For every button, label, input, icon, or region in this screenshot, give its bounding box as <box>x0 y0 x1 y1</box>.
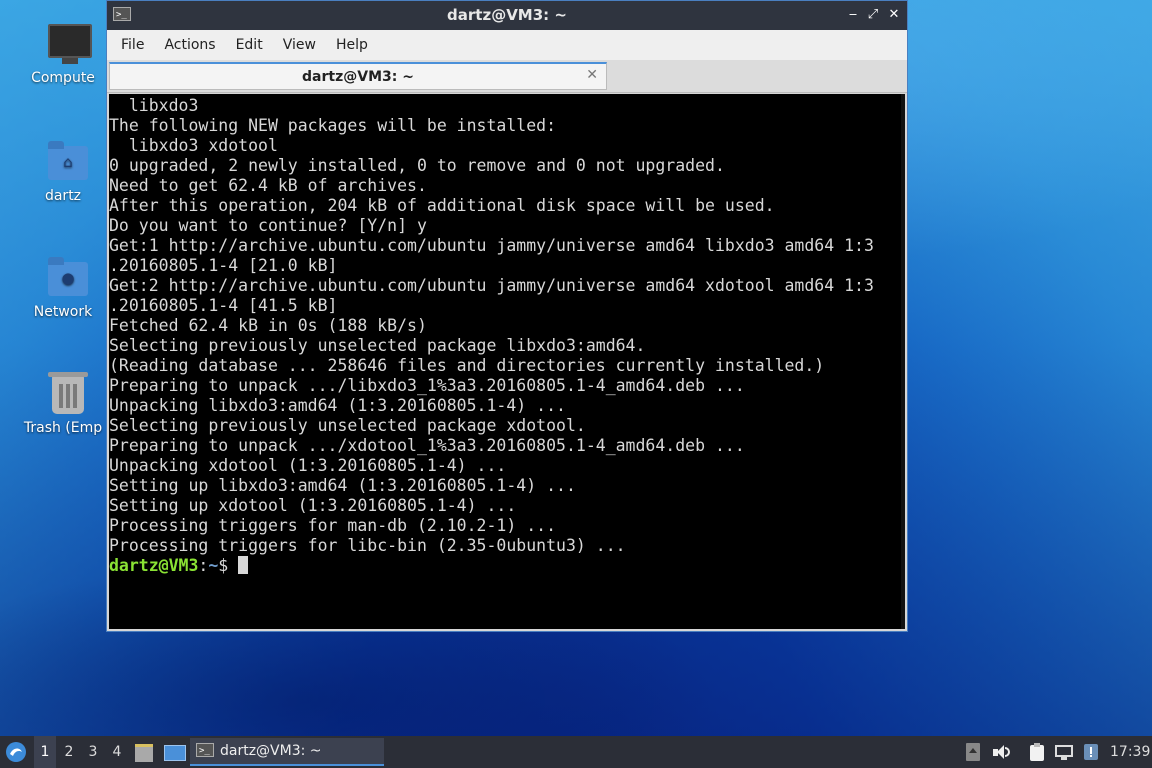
text-cursor <box>238 556 249 574</box>
menu-file[interactable]: File <box>111 37 154 53</box>
menu-actions[interactable]: Actions <box>154 37 225 53</box>
terminal-line: Selecting previously unselected package … <box>109 416 586 435</box>
tab-close-icon[interactable]: ✕ <box>586 67 598 83</box>
workspace-3[interactable]: 3 <box>82 736 104 768</box>
terminal-scrollbar[interactable] <box>901 94 905 629</box>
computer-icon <box>46 22 92 66</box>
tab-bar: dartz@VM3: ~ ✕ <box>107 60 907 93</box>
close-button[interactable]: ✕ <box>884 5 904 25</box>
clipboard-icon[interactable] <box>1028 743 1046 761</box>
prompt-symbol: $ <box>218 556 239 575</box>
tab-terminal[interactable]: dartz@VM3: ~ ✕ <box>109 62 607 90</box>
terminal-line: Unpacking libxdo3:amd64 (1:3.20160805.1-… <box>109 396 566 415</box>
menu-help[interactable]: Help <box>326 37 378 53</box>
clock[interactable]: 17:39 <box>1110 736 1150 768</box>
terminal-line: Preparing to unpack .../xdotool_1%3a3.20… <box>109 436 745 455</box>
terminal-line: .20160805.1-4 [21.0 kB] <box>109 256 338 275</box>
terminal-line: (Reading database ... 258646 files and d… <box>109 356 825 375</box>
terminal-text: libxdo3 The following NEW packages will … <box>109 94 905 576</box>
terminal-line: The following NEW packages will be insta… <box>109 116 557 135</box>
lxqt-logo-icon <box>6 742 26 762</box>
menu-view[interactable]: View <box>273 37 326 53</box>
taskbar: 1 2 3 4 >_ dartz@VM3: ~ 17:39 <box>0 736 1152 768</box>
update-notifier-icon[interactable] <box>1082 743 1100 761</box>
prompt-separator: : <box>198 556 209 575</box>
tab-label: dartz@VM3: ~ <box>302 69 414 85</box>
maximize-button[interactable]: ⤢ <box>863 5 883 25</box>
terminal-line: Processing triggers for libc-bin (2.35-0… <box>109 536 626 555</box>
network-folder-icon: ● <box>46 256 90 300</box>
file-manager-icon <box>135 744 153 762</box>
home-folder-icon: ⌂ <box>46 140 90 184</box>
workspace-1[interactable]: 1 <box>34 736 56 768</box>
terminal-line: Selecting previously unselected package … <box>109 336 646 355</box>
prompt-user-host: dartz@VM3 <box>109 556 199 575</box>
terminal-output[interactable]: libxdo3 The following NEW packages will … <box>109 94 905 629</box>
terminal-line: Get:1 http://archive.ubuntu.com/ubuntu j… <box>109 236 874 255</box>
taskbar-task-terminal[interactable]: >_ dartz@VM3: ~ <box>190 738 384 766</box>
terminal-line: Need to get 62.4 kB of archives. <box>109 176 427 195</box>
desktop-icon-label: Compute <box>31 70 95 86</box>
terminal-line: Preparing to unpack .../libxdo3_1%3a3.20… <box>109 376 745 395</box>
desktop-icon-label: dartz <box>44 188 82 204</box>
window-title: dartz@VM3: ~ <box>447 6 567 24</box>
desktop-icon-label: Trash (Emp <box>23 420 103 436</box>
terminal-line: Setting up xdotool (1:3.20160805.1-4) ..… <box>109 496 517 515</box>
minimize-button[interactable]: ‒ <box>843 5 863 25</box>
menu-edit[interactable]: Edit <box>226 37 273 53</box>
terminal-line: libxdo3 xdotool <box>128 136 278 155</box>
terminal-line: After this operation, 204 kB of addition… <box>109 196 775 215</box>
terminal-line: Fetched 62.4 kB in 0s (188 kB/s) <box>109 316 427 335</box>
workspace-2[interactable]: 2 <box>58 736 80 768</box>
terminal-line: Get:2 http://archive.ubuntu.com/ubuntu j… <box>109 276 874 295</box>
tray-expand-icon[interactable] <box>964 743 982 761</box>
terminal-line: Setting up libxdo3:amd64 (1:3.20160805.1… <box>109 476 576 495</box>
desktop-icon-label: Network <box>33 304 93 320</box>
terminal-task-icon: >_ <box>196 743 214 757</box>
show-desktop-button[interactable] <box>162 736 186 768</box>
terminal-line: Processing triggers for man-db (2.10.2-1… <box>109 516 557 535</box>
window-titlebar[interactable]: >_ dartz@VM3: ~ ‒ ⤢ ✕ <box>107 1 907 30</box>
terminal-window: >_ dartz@VM3: ~ ‒ ⤢ ✕ File Actions Edit … <box>106 0 908 632</box>
menu-bar: File Actions Edit View Help <box>107 30 907 60</box>
terminal-line: libxdo3 <box>128 96 199 115</box>
terminal-line: Unpacking xdotool (1:3.20160805.1-4) ... <box>109 456 507 475</box>
prompt-path: ~ <box>208 556 219 575</box>
terminal-line: 0 upgraded, 2 newly installed, 0 to remo… <box>109 156 725 175</box>
workspace-4[interactable]: 4 <box>106 736 128 768</box>
app-menu-button[interactable] <box>4 736 28 768</box>
trash-icon <box>46 372 90 416</box>
terminal-line: .20160805.1-4 [41.5 kB] <box>109 296 338 315</box>
desktop-icon <box>164 745 186 761</box>
network-status-icon[interactable] <box>1055 743 1073 761</box>
file-manager-launcher[interactable] <box>134 736 154 768</box>
task-label: dartz@VM3: ~ <box>220 743 322 759</box>
volume-icon[interactable] <box>992 743 1010 761</box>
terminal-line: Do you want to continue? [Y/n] y <box>109 216 427 235</box>
